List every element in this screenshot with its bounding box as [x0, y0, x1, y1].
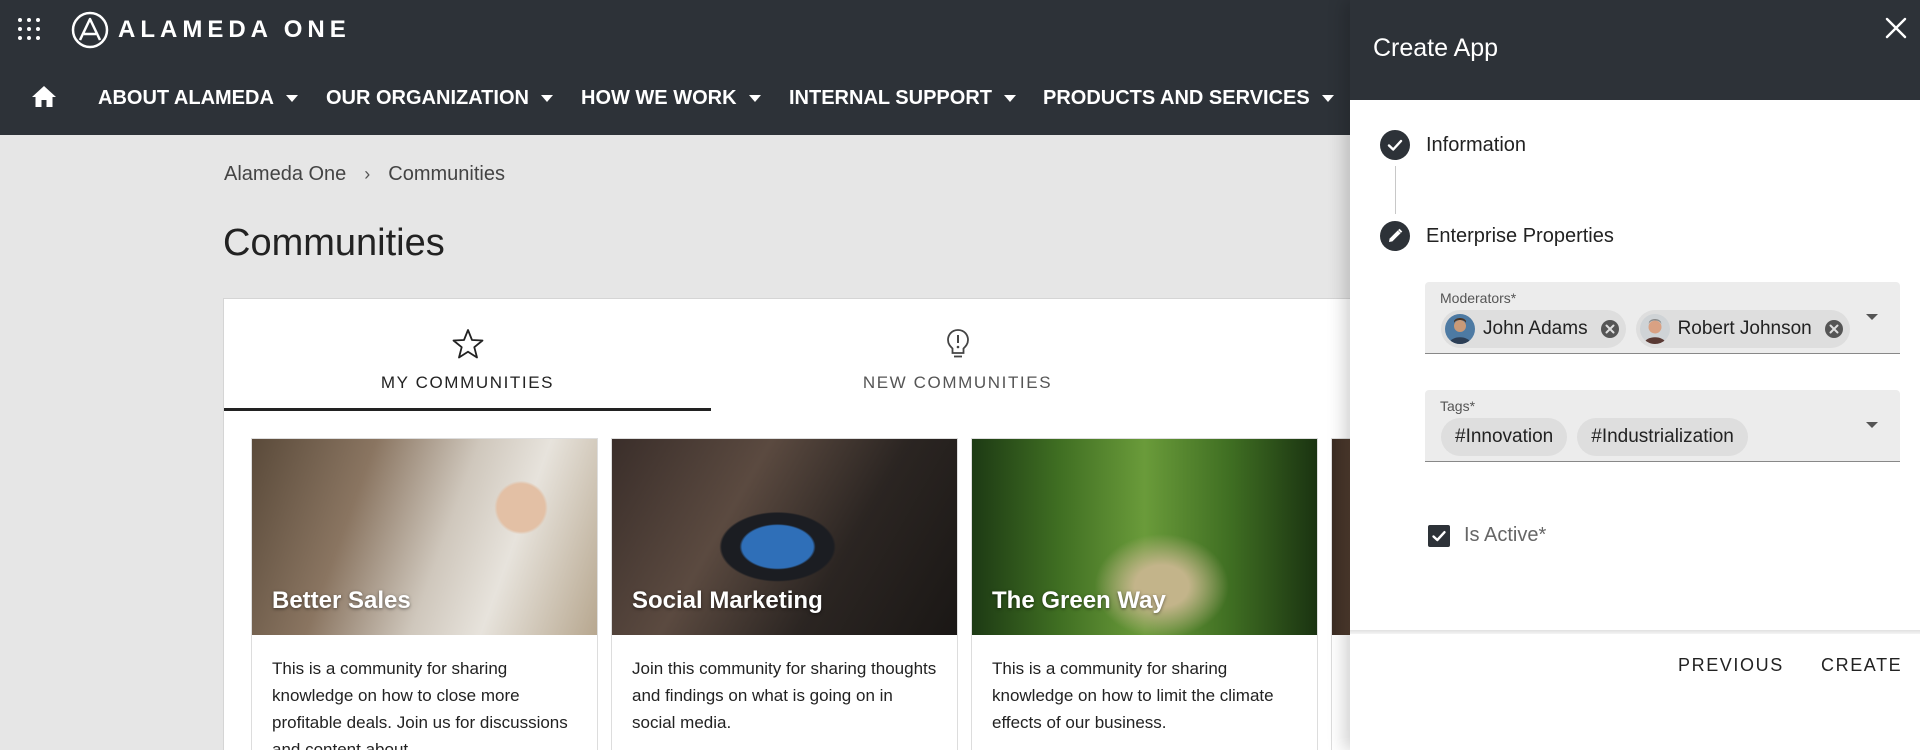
- logo-mark-icon: [71, 11, 109, 49]
- caret-down-icon: [540, 94, 553, 102]
- community-image: Social Marketing: [612, 439, 957, 635]
- communities-card: MY COMMUNITIES NEW COMMUNITIES Better Sa…: [223, 298, 1371, 750]
- community-image: Better Sales: [252, 439, 597, 635]
- nav-item-products-and-services[interactable]: PRODUCTS AND SERVICES: [1043, 84, 1334, 112]
- breadcrumb-current: Communities: [388, 163, 505, 185]
- nav-item-label: OUR ORGANIZATION: [326, 86, 529, 109]
- tag-chip[interactable]: #Innovation: [1441, 418, 1568, 456]
- field-label: Tags*: [1440, 398, 1476, 414]
- tags-field[interactable]: Tags* #Innovation #Industrialization: [1425, 390, 1900, 462]
- remove-chip-icon[interactable]: [1600, 319, 1620, 339]
- previous-button[interactable]: PREVIOUS: [1678, 655, 1784, 676]
- is-active-label: Is Active*: [1464, 524, 1547, 546]
- nav-item-our-organization[interactable]: OUR ORGANIZATION: [326, 84, 553, 112]
- check-icon: [1380, 130, 1410, 160]
- panel-header: Create App: [1350, 0, 1920, 100]
- moderators-field[interactable]: Moderators* John Adams Robert Johnson: [1425, 282, 1900, 354]
- pencil-icon: [1380, 221, 1410, 251]
- app-launcher-icon[interactable]: [18, 18, 40, 40]
- breadcrumb: Alameda One › Communities: [224, 163, 505, 186]
- panel-footer-divider: [1350, 630, 1920, 634]
- nav-item-how-we-work[interactable]: HOW WE WORK: [581, 84, 761, 112]
- step-label: Information: [1426, 133, 1527, 156]
- chip-label: John Adams: [1483, 318, 1588, 339]
- dropdown-caret-icon[interactable]: [1866, 422, 1878, 428]
- nav-item-label: HOW WE WORK: [581, 86, 737, 109]
- is-active-checkbox-row[interactable]: Is Active*: [1428, 524, 1546, 547]
- community-description: This is a community for sharing knowledg…: [272, 659, 568, 750]
- step-enterprise-properties[interactable]: Enterprise Properties: [1380, 221, 1614, 251]
- dropdown-caret-icon[interactable]: [1866, 314, 1878, 320]
- panel-title: Create App: [1373, 34, 1499, 62]
- chip-label: #Industrialization: [1591, 426, 1734, 447]
- community-card-better-sales[interactable]: Better Sales This is a community for sha…: [251, 438, 598, 750]
- step-label: Enterprise Properties: [1426, 224, 1614, 247]
- lightbulb-icon: [946, 329, 969, 358]
- moderator-chips: John Adams Robert Johnson: [1441, 310, 1860, 348]
- close-icon[interactable]: [1882, 14, 1910, 42]
- home-icon[interactable]: [31, 84, 57, 108]
- tab-label: MY COMMUNITIES: [380, 373, 555, 392]
- community-title: Social Marketing: [632, 587, 823, 614]
- step-information[interactable]: Information: [1380, 130, 1526, 160]
- tab-label: NEW COMMUNITIES: [862, 373, 1053, 392]
- caret-down-icon: [1003, 94, 1016, 102]
- breadcrumb-separator: ›: [364, 164, 371, 184]
- caret-down-icon: [285, 94, 298, 102]
- field-label: Moderators*: [1440, 290, 1517, 306]
- nav-item-label: ABOUT ALAMEDA: [98, 86, 274, 109]
- moderator-chip[interactable]: Robert Johnson: [1635, 310, 1850, 348]
- remove-chip-icon[interactable]: [1824, 319, 1844, 339]
- tab-new-communities[interactable]: NEW COMMUNITIES: [711, 299, 1204, 411]
- create-app-panel: Create App Information Enterprise Proper…: [1350, 0, 1920, 750]
- community-image: The Green Way: [972, 439, 1317, 635]
- community-title: Better Sales: [272, 587, 411, 614]
- caret-down-icon: [1321, 94, 1334, 102]
- avatar: [1445, 314, 1475, 344]
- caret-down-icon: [748, 94, 761, 102]
- tag-chips: #Innovation #Industrialization: [1441, 418, 1758, 456]
- brand-logo[interactable]: ALAMEDA ONE: [70, 10, 351, 50]
- community-card-the-green-way[interactable]: The Green Way This is a community for sh…: [971, 438, 1318, 750]
- page-title: Communities: [223, 222, 445, 264]
- create-button[interactable]: CREATE: [1821, 655, 1902, 676]
- avatar: [1639, 314, 1670, 344]
- community-description: Join this community for sharing thoughts…: [632, 659, 937, 732]
- nav-item-label: INTERNAL SUPPORT: [789, 86, 992, 109]
- community-title: The Green Way: [992, 587, 1166, 614]
- community-card-social-marketing[interactable]: Social Marketing Join this community for…: [611, 438, 958, 750]
- community-description: This is a community for sharing knowledg…: [992, 659, 1274, 732]
- star-icon: [452, 329, 483, 359]
- tag-chip[interactable]: #Industrialization: [1577, 418, 1748, 456]
- is-active-checkbox[interactable]: [1428, 524, 1450, 547]
- breadcrumb-root-link[interactable]: Alameda One: [224, 163, 346, 186]
- step-connector: [1395, 166, 1396, 214]
- nav-item-about-alameda[interactable]: ABOUT ALAMEDA: [98, 84, 298, 112]
- chip-label: Robert Johnson: [1677, 318, 1812, 339]
- brand-name: ALAMEDA ONE: [118, 16, 351, 43]
- chip-label: #Innovation: [1455, 426, 1554, 447]
- nav-item-label: PRODUCTS AND SERVICES: [1043, 86, 1310, 109]
- nav-item-internal-support[interactable]: INTERNAL SUPPORT: [789, 84, 1016, 112]
- moderator-chip[interactable]: John Adams: [1441, 310, 1626, 348]
- tab-my-communities[interactable]: MY COMMUNITIES: [224, 299, 711, 411]
